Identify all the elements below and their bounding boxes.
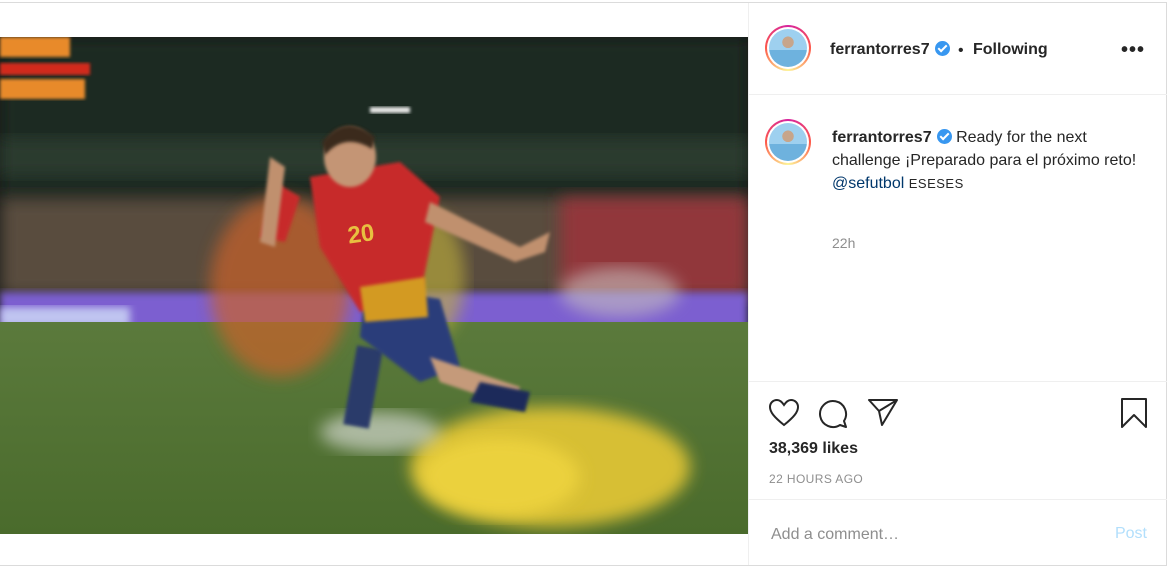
post-sidebar: ferrantorres7 • Following ••• ferrantorr… <box>749 3 1167 565</box>
instagram-post: 20 ferrantorres7 • Following ••• ferrant… <box>0 2 1167 566</box>
caption-tail: ESESES <box>908 176 964 191</box>
caption-avatar[interactable] <box>765 119 811 165</box>
post-caption: ferrantorres7 Ready for the next challen… <box>749 95 1167 380</box>
mention-link[interactable]: @sefutbol <box>832 175 904 192</box>
verified-badge-icon <box>936 129 952 144</box>
following-button[interactable]: Following <box>973 41 1048 59</box>
post-comment-button[interactable]: Post <box>1115 525 1147 543</box>
author-username[interactable]: ferrantorres7 <box>830 41 950 59</box>
avatar-image <box>769 123 807 161</box>
svg-text:20: 20 <box>346 219 376 249</box>
follow-separator: • <box>958 42 964 59</box>
heart-icon[interactable] <box>768 398 800 428</box>
post-header: ferrantorres7 • Following ••• <box>749 3 1167 95</box>
comment-input[interactable] <box>769 522 1093 548</box>
caption-timestamp[interactable]: 22h <box>832 235 855 251</box>
likes-count[interactable]: 38,369 likes <box>769 440 858 458</box>
author-avatar[interactable] <box>765 25 811 71</box>
post-timestamp[interactable]: 22 HOURS AGO <box>769 472 863 486</box>
paper-plane-icon[interactable] <box>867 397 899 427</box>
bookmark-icon[interactable] <box>1120 397 1148 429</box>
football-player-photo: 20 <box>0 37 748 534</box>
post-actions: 38,369 likes 22 HOURS AGO <box>749 381 1167 500</box>
avatar-image <box>769 29 807 67</box>
post-photo[interactable]: 20 <box>0 37 748 534</box>
more-horizontal-icon[interactable]: ••• <box>1121 39 1145 62</box>
comment-icon[interactable] <box>817 397 849 429</box>
verified-badge-icon <box>934 41 950 56</box>
comment-bar: Post <box>749 499 1167 566</box>
post-media: 20 <box>0 3 749 565</box>
caption-username[interactable]: ferrantorres7 <box>832 129 932 146</box>
caption-text: ferrantorres7 Ready for the next challen… <box>832 126 1152 195</box>
